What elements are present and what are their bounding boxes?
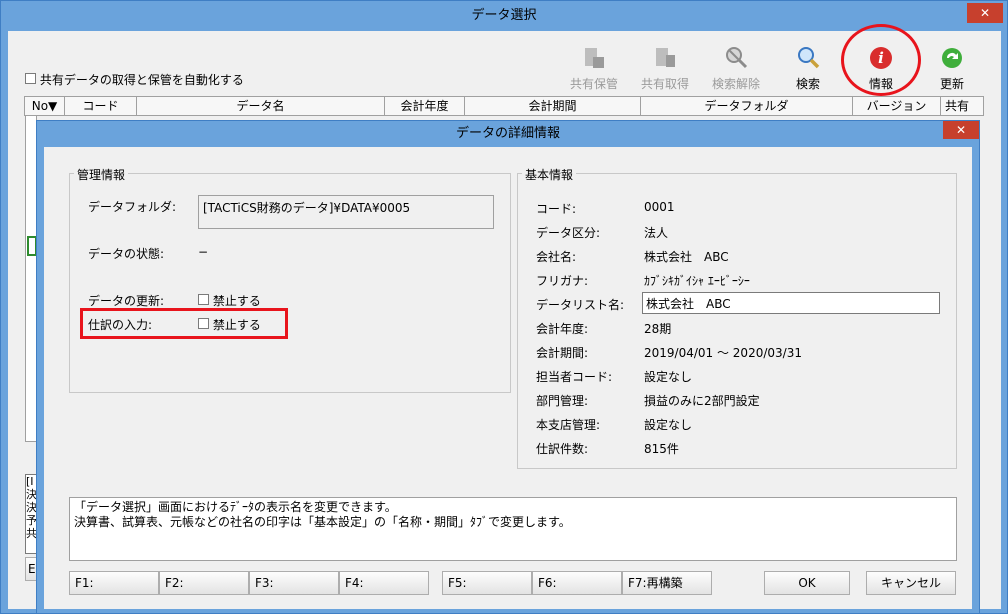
column-header-data-name[interactable]: データ名 bbox=[137, 97, 385, 115]
code-label: コード: bbox=[536, 202, 577, 216]
staff-code-label: 担当者コード: bbox=[536, 370, 613, 384]
ok-button[interactable]: OK bbox=[764, 571, 850, 595]
management-info-title: 管理情報 bbox=[74, 166, 129, 183]
share-store-icon bbox=[585, 48, 604, 68]
f1-button[interactable]: F1: bbox=[69, 571, 159, 595]
journal-entry-highlight-box bbox=[80, 308, 288, 339]
f4-button[interactable]: F4: bbox=[339, 571, 429, 595]
data-folder-label: データフォルダ: bbox=[88, 200, 177, 214]
data-status-label: データの状態: bbox=[88, 247, 165, 261]
f2-button[interactable]: F2: bbox=[159, 571, 249, 595]
column-header-fiscal-year[interactable]: 会計年度 bbox=[385, 97, 465, 115]
refresh-icon bbox=[942, 48, 962, 68]
data-type-label: データ区分: bbox=[536, 226, 601, 240]
f3-button[interactable]: F3: bbox=[249, 571, 339, 595]
data-update-checkbox-label: 禁止する bbox=[212, 294, 261, 308]
furigana-label: フリガナ: bbox=[536, 274, 589, 288]
management-info-group: 管理情報 データフォルダ: [TACTiCS財務のデータ]¥DATA¥0005 … bbox=[69, 166, 511, 393]
fiscal-period-value: 2019/04/01 〜 2020/03/31 bbox=[644, 346, 802, 360]
column-header-version[interactable]: バージョン bbox=[853, 97, 941, 115]
auto-share-label: 共有データの取得と保管を自動化する bbox=[39, 73, 244, 87]
column-header-share[interactable]: 共有 bbox=[941, 97, 973, 115]
refresh-button[interactable]: 更新 bbox=[921, 43, 983, 99]
company-name-label: 会社名: bbox=[536, 250, 577, 264]
search-icon bbox=[798, 47, 820, 69]
window-close-button[interactable]: ✕ bbox=[967, 3, 1003, 23]
share-get-button[interactable]: 共有取得 bbox=[634, 43, 696, 99]
department-value: 損益のみに2部門設定 bbox=[644, 394, 760, 408]
journal-count-value: 815件 bbox=[644, 442, 679, 456]
staff-code-value: 設定なし bbox=[644, 370, 693, 384]
auto-share-option[interactable]: 共有データの取得と保管を自動化する bbox=[25, 71, 244, 88]
data-list-name-input[interactable] bbox=[642, 292, 940, 314]
data-folder-value: [TACTiCS財務のデータ]¥DATA¥0005 bbox=[198, 195, 494, 229]
code-value: 0001 bbox=[644, 200, 675, 214]
data-detail-dialog: データの詳細情報 ✕ 管理情報 データフォルダ: [TACTiCS財務のデータ]… bbox=[36, 120, 980, 614]
dialog-client: 管理情報 データフォルダ: [TACTiCS財務のデータ]¥DATA¥0005 … bbox=[44, 147, 972, 609]
data-update-option[interactable]: 禁止する bbox=[198, 292, 261, 309]
info-highlight-circle bbox=[841, 24, 921, 96]
department-label: 部門管理: bbox=[536, 394, 589, 408]
column-header-fiscal-period[interactable]: 会計期間 bbox=[465, 97, 641, 115]
message-line-2: 決算書、試算表、元帳などの社名の印字は「基本設定」の「名称・期間」ﾀﾌﾞで変更し… bbox=[74, 515, 571, 529]
dialog-close-button[interactable]: ✕ bbox=[943, 121, 979, 139]
column-header-code[interactable]: コード bbox=[65, 97, 137, 115]
company-name-value: 株式会社 ABC bbox=[644, 250, 729, 264]
journal-count-label: 仕訳件数: bbox=[536, 442, 589, 456]
search-button[interactable]: 検索 bbox=[777, 43, 839, 99]
data-update-label: データの更新: bbox=[88, 294, 165, 308]
message-line-1: 「データ選択」画面におけるﾃﾞｰﾀの表示名を変更できます。 bbox=[74, 500, 397, 514]
f5-button[interactable]: F5: bbox=[442, 571, 532, 595]
auto-share-checkbox[interactable] bbox=[25, 73, 36, 84]
f6-button[interactable]: F6: bbox=[532, 571, 622, 595]
f7-rebuild-button[interactable]: F7:再構築 bbox=[622, 571, 712, 595]
basic-info-title: 基本情報 bbox=[522, 166, 577, 183]
data-update-checkbox[interactable] bbox=[198, 294, 209, 305]
grid-header: No▼ コード データ名 会計年度 会計期間 データフォルダ バージョン 共有 bbox=[24, 96, 984, 116]
basic-info-group: 基本情報 コード: 0001 データ区分: 法人 会社名: 株式会社 ABC フ… bbox=[517, 166, 957, 469]
fiscal-year-label: 会計年度: bbox=[536, 322, 589, 336]
fiscal-period-label: 会計期間: bbox=[536, 346, 589, 360]
branch-value: 設定なし bbox=[644, 418, 693, 432]
share-get-icon bbox=[656, 48, 675, 67]
message-box: 「データ選択」画面におけるﾃﾞｰﾀの表示名を変更できます。 決算書、試算表、元帳… bbox=[69, 497, 957, 561]
share-store-label: 共有保管 bbox=[569, 77, 618, 91]
search-clear-label: 検索解除 bbox=[711, 77, 760, 91]
dialog-title: データの詳細情報 bbox=[455, 126, 560, 141]
branch-label: 本支店管理: bbox=[536, 418, 601, 432]
window-title: データ選択 bbox=[1, 1, 1007, 31]
search-clear-icon bbox=[726, 47, 748, 69]
furigana-value: ｶﾌﾞｼｷｶﾞｲｼｬ ｴｰﾋﾞｰｼｰ bbox=[644, 274, 750, 288]
fiscal-year-value: 28期 bbox=[644, 322, 672, 336]
share-store-button[interactable]: 共有保管 bbox=[563, 43, 625, 99]
column-header-no[interactable]: No▼ bbox=[25, 97, 65, 115]
refresh-label: 更新 bbox=[939, 77, 964, 91]
column-header-data-folder[interactable]: データフォルダ bbox=[641, 97, 853, 115]
search-label: 検索 bbox=[795, 77, 820, 91]
data-list-name-label: データリスト名: bbox=[536, 298, 625, 312]
share-get-label: 共有取得 bbox=[640, 77, 689, 91]
search-clear-button[interactable]: 検索解除 bbox=[705, 43, 767, 99]
data-status-value: − bbox=[198, 245, 209, 259]
cancel-button[interactable]: キャンセル bbox=[866, 571, 956, 595]
data-type-value: 法人 bbox=[644, 226, 669, 240]
